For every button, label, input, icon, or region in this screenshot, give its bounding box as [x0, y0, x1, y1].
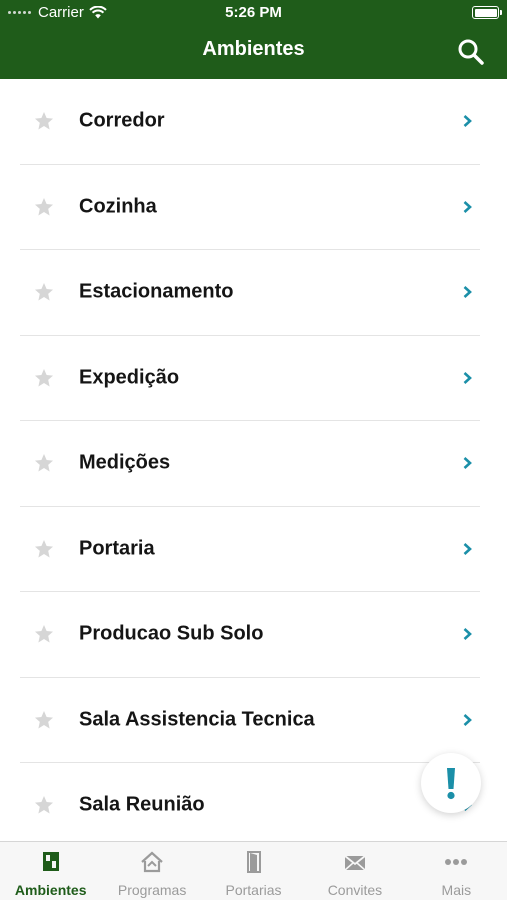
list-item[interactable]: Expedição	[20, 336, 480, 421]
tab-label: Portarias	[225, 882, 282, 898]
tab-label: Mais	[441, 882, 472, 898]
list-item-label: Cozinha	[79, 195, 157, 218]
list-item-label: Expedição	[79, 366, 180, 389]
more-icon	[445, 859, 468, 865]
tab-ambientes[interactable]: Ambientes	[0, 842, 101, 900]
star-icon[interactable]	[34, 710, 54, 730]
list-item[interactable]: Portaria	[20, 507, 480, 592]
list-item-label: Sala Assistencia Tecnica	[79, 708, 315, 731]
list-item[interactable]: Cozinha	[20, 165, 480, 250]
list-item[interactable]: Sala Assistencia Tecnica	[20, 678, 480, 763]
star-icon[interactable]	[34, 282, 54, 302]
chevron-right-icon	[463, 371, 472, 384]
chevron-right-icon	[463, 286, 472, 299]
chevron-right-icon	[463, 542, 472, 555]
tab-programas[interactable]: Programas	[101, 842, 202, 900]
list-item[interactable]: Medições	[20, 421, 480, 507]
list-item-label: Medições	[79, 451, 171, 474]
status-bar: Carrier 5:26 PM	[0, 0, 507, 26]
star-icon[interactable]	[34, 111, 54, 131]
star-icon[interactable]	[34, 539, 54, 559]
star-icon[interactable]	[34, 453, 54, 473]
ambientes-icon	[42, 852, 59, 871]
list-item[interactable]: Sala Reunião	[20, 763, 480, 841]
list-item[interactable]: Producao Sub Solo	[20, 592, 480, 678]
door-icon	[246, 851, 261, 873]
tab-label: Ambientes	[14, 882, 87, 898]
tab-mais[interactable]: Mais	[406, 842, 507, 900]
chevron-right-icon	[463, 115, 472, 128]
tab-portarias[interactable]: Portarias	[203, 842, 304, 900]
tab-label: Convites	[327, 882, 383, 898]
battery-icon	[472, 6, 502, 19]
star-icon[interactable]	[34, 624, 54, 644]
list-item-label: Estacionamento	[79, 280, 234, 303]
header: Carrier 5:26 PM Ambientes	[0, 0, 507, 79]
star-icon[interactable]	[34, 795, 54, 815]
programas-icon	[141, 851, 163, 873]
ambientes-list: Corredor Cozinha Estacionamento Expediçã…	[0, 79, 507, 841]
envelope-icon	[344, 855, 366, 871]
list-item-label: Corredor	[79, 109, 165, 132]
page-title: Ambientes	[202, 38, 305, 60]
status-time: 5:26 PM	[225, 4, 282, 21]
chevron-right-icon	[463, 628, 472, 641]
chevron-right-icon	[463, 713, 472, 726]
tab-label: Programas	[117, 882, 187, 898]
star-icon[interactable]	[34, 368, 54, 388]
list-item-label: Portaria	[79, 537, 155, 560]
alert-fab-button[interactable]	[421, 753, 481, 813]
tab-bar: Ambientes Programas Portarias Convites M…	[0, 841, 507, 900]
tab-convites[interactable]: Convites	[304, 842, 405, 900]
list-item-label: Sala Reunião	[79, 793, 205, 816]
list-item[interactable]: Corredor	[20, 79, 480, 165]
exclamation-icon	[447, 768, 455, 800]
chevron-right-icon	[463, 457, 472, 470]
chevron-right-icon	[463, 200, 472, 213]
list-item-label: Producao Sub Solo	[79, 622, 264, 645]
search-icon[interactable]	[457, 38, 485, 66]
star-icon[interactable]	[34, 197, 54, 217]
list-item[interactable]: Estacionamento	[20, 250, 480, 336]
